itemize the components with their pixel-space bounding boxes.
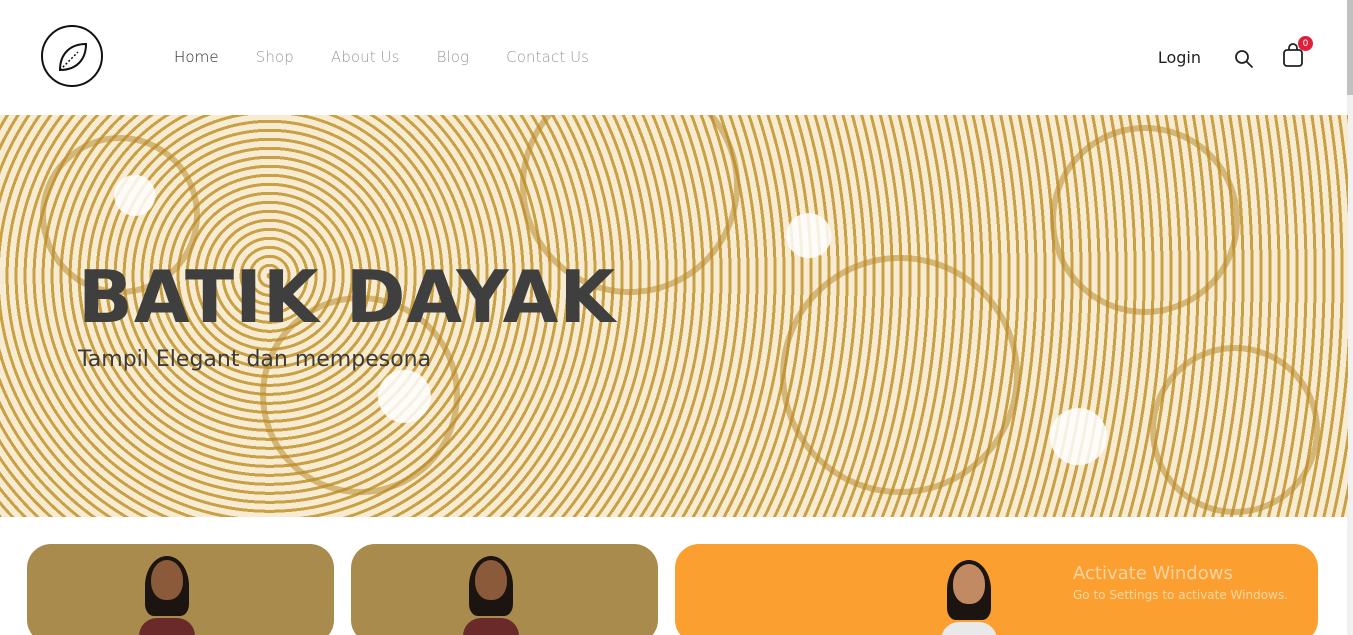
scrollbar-thumb[interactable] [1347, 0, 1353, 95]
nav-about-us[interactable]: About Us [331, 48, 400, 66]
hero-pattern [780, 255, 1020, 495]
header-tools: Login 0 [1158, 36, 1313, 70]
product-card[interactable] [27, 544, 334, 635]
watermark-line1: Activate Windows [1073, 563, 1233, 584]
search-icon[interactable] [1233, 48, 1255, 70]
windows-activation-watermark: Activate Windows Go to Settings to activ… [1073, 563, 1288, 602]
watermark-line2: Go to Settings to activate Windows. [1073, 588, 1288, 602]
hero-title: BATIK DAYAK [78, 255, 617, 339]
login-link[interactable]: Login [1158, 48, 1201, 67]
logo[interactable] [41, 25, 103, 87]
main-nav: Home Shop About Us Blog Contact Us [174, 48, 626, 66]
cart-count-badge: 0 [1298, 36, 1313, 51]
hero-pattern [1050, 125, 1240, 315]
model-image [463, 556, 519, 635]
site-header: Home Shop About Us Blog Contact Us Login… [0, 0, 1353, 115]
hero-pattern [1150, 345, 1320, 515]
nav-home[interactable]: Home [174, 48, 219, 66]
hero-subtitle: Tampil Elegant dan mempesona [78, 347, 432, 372]
product-card[interactable] [351, 544, 658, 635]
leaf-icon [58, 42, 88, 72]
nav-blog[interactable]: Blog [437, 48, 470, 66]
hero-banner: BATIK DAYAK Tampil Elegant dan mempesona [0, 115, 1348, 517]
nav-contact-us[interactable]: Contact Us [506, 48, 589, 66]
model-image [941, 560, 997, 635]
nav-shop[interactable]: Shop [256, 48, 294, 66]
model-image [139, 556, 195, 635]
cart-button[interactable]: 0 [1281, 36, 1313, 68]
